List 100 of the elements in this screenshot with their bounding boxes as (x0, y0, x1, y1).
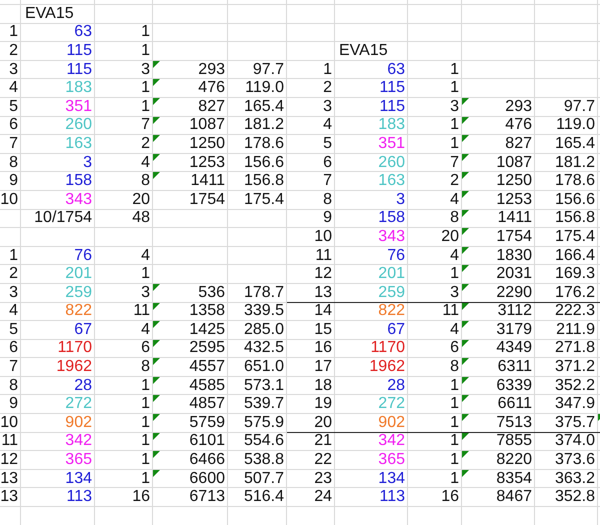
table-cell: 1 (450, 470, 459, 487)
table-cell: 536 (198, 284, 225, 301)
table-cell: 115 (66, 42, 92, 59)
table-cell: 8 (450, 359, 459, 376)
empty-cell (228, 24, 287, 42)
table-cell: 822 (378, 303, 405, 320)
table-cell: 375.7 (554, 414, 595, 431)
table-cell: 13 (0, 489, 18, 506)
table-cell: 178.6 (244, 136, 284, 152)
table-cell: 1 (323, 62, 332, 78)
table-cell: 9 (9, 396, 18, 412)
table-cell: 432.5 (244, 340, 284, 356)
table-cell: 902 (65, 414, 92, 431)
table-cell: 15 (314, 322, 332, 338)
table-cell: 8 (9, 154, 18, 171)
table-cell: 363.2 (554, 470, 595, 487)
table-cell: 1 (141, 396, 150, 412)
table-cell: 2595 (189, 340, 225, 356)
table-cell: 4 (141, 154, 150, 171)
table-cell: 4585 (189, 378, 225, 394)
table-cell: 260 (65, 117, 92, 134)
empty-cell (535, 42, 598, 61)
table-cell: 8 (141, 173, 150, 190)
table-cell: 538.8 (244, 452, 284, 468)
table-cell: 4 (450, 322, 459, 338)
table-cell: 3112 (498, 303, 532, 320)
table-cell: 1 (141, 80, 150, 96)
table-cell: 1962 (369, 359, 405, 376)
table-cell: 76 (74, 248, 92, 264)
table-cell: 259 (65, 284, 92, 301)
table-cell: 1754 (189, 192, 225, 208)
table-cell: 20 (132, 192, 150, 208)
table-cell: 4857 (189, 396, 225, 412)
table-cell: 1087 (496, 154, 532, 171)
table-cell: 7 (141, 117, 150, 134)
table-cell: 134 (378, 470, 405, 487)
table-cell: 13 (0, 470, 18, 487)
table-cell: 554.6 (244, 433, 284, 450)
table-cell: 1411 (498, 210, 532, 226)
table-cell: 3 (396, 192, 405, 208)
table-cell: 3 (9, 62, 18, 78)
table-cell: 7855 (496, 433, 532, 450)
table-cell: 3 (141, 284, 150, 301)
table-cell: 183 (378, 117, 405, 134)
table-cell: 7 (450, 154, 459, 171)
table-cell: 293 (505, 98, 532, 115)
table-cell: 371.2 (554, 359, 595, 376)
table-cell: 6466 (189, 452, 225, 468)
empty-cell (228, 5, 287, 24)
table-cell: 11 (442, 303, 459, 320)
table-cell: 8220 (496, 452, 532, 468)
table-cell: 1 (141, 266, 150, 282)
empty-cell (287, 5, 335, 24)
table-cell: 1962 (56, 359, 92, 376)
table-cell: 476 (198, 80, 225, 96)
table-cell: 23 (314, 470, 332, 487)
table-cell: 1253 (496, 192, 532, 208)
table-cell: 175.4 (244, 192, 284, 208)
table-cell: 285.0 (244, 322, 284, 338)
table-cell: 260 (378, 154, 405, 171)
table-cell: 158 (65, 173, 92, 190)
table-cell: 97.7 (564, 98, 595, 115)
table-cell: 8354 (496, 470, 532, 487)
table-cell: 67 (387, 322, 405, 338)
table-cell: 175.4 (554, 228, 595, 245)
table-cell: 169.3 (554, 266, 595, 282)
table-cell: 178.6 (554, 173, 595, 190)
table-cell: 6339 (496, 378, 532, 394)
table-cell: 1 (141, 98, 150, 115)
table-cell: 2 (9, 266, 18, 282)
table-cell: 822 (65, 303, 92, 320)
table-cell: 10 (0, 192, 18, 208)
table-cell: 5 (9, 98, 18, 115)
table-cell: 1 (450, 117, 459, 134)
table-cell: 156.6 (244, 154, 284, 171)
table-cell: 22 (314, 452, 332, 468)
table-cell: 16 (132, 489, 150, 506)
table-cell: 4 (141, 248, 150, 264)
table-cell: 8467 (496, 489, 532, 506)
table-cell: 156.8 (554, 210, 595, 226)
table-cell: 18 (314, 378, 332, 394)
table-cell: 7513 (496, 414, 532, 431)
table-cell: 1 (450, 378, 459, 394)
table-cell: 6101 (189, 433, 225, 450)
table-cell: 6311 (498, 359, 532, 376)
table-cell: 342 (65, 433, 92, 450)
table-cell: 12 (314, 266, 332, 282)
table-cell: 2 (141, 136, 150, 152)
table-cell: 24 (314, 489, 332, 506)
table-cell: 1 (141, 452, 150, 468)
table-cell: 11 (1, 433, 18, 450)
table-cell: 5 (9, 322, 18, 338)
table-cell: 1 (141, 414, 150, 431)
table-cell: 158 (378, 210, 405, 226)
table-cell: 76 (387, 248, 405, 264)
table-cell: 2031 (496, 266, 532, 282)
empty-cell (535, 5, 598, 24)
table-cell: 4 (9, 303, 18, 320)
table-cell: 293 (198, 62, 225, 78)
table-cell: 1253 (189, 154, 225, 171)
